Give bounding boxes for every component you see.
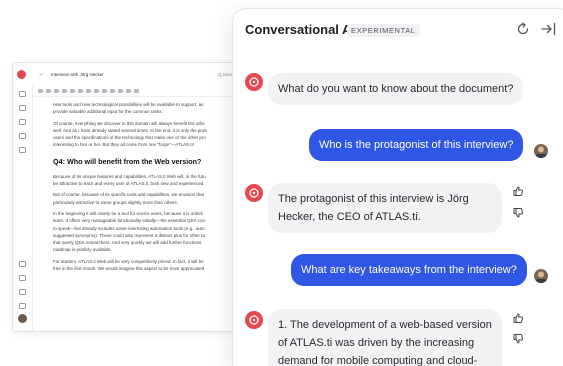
redo-icon[interactable] — [134, 88, 139, 93]
memos-icon[interactable] — [19, 119, 26, 125]
list-bullet-icon[interactable] — [78, 88, 83, 93]
assistant-message-line: Hecker, the CEO of ATLAS.ti. — [278, 211, 421, 223]
thumbs-down-icon[interactable] — [512, 207, 524, 219]
document-title: Interview with Jörg Hecker — [51, 71, 104, 77]
list-number-icon[interactable] — [86, 88, 91, 93]
table-icon[interactable] — [118, 88, 123, 93]
refresh-icon[interactable] — [515, 21, 531, 37]
bold-icon[interactable] — [38, 88, 43, 93]
assistant-message: The protagonist of this interview is Jör… — [268, 183, 502, 233]
assistant-message: What do you want to know about the docum… — [268, 73, 524, 105]
collapse-panel-icon[interactable] — [540, 21, 558, 37]
assistant-message: 1. The development of a web-based versio… — [268, 309, 502, 366]
italic-icon[interactable] — [46, 88, 51, 93]
assistant-message-line: of ATLAS.ti was driven by the increasing — [278, 337, 475, 349]
user-message: What are key takeaways from the intervie… — [291, 254, 527, 286]
underline-icon[interactable] — [54, 88, 59, 93]
image-icon[interactable] — [110, 88, 115, 93]
undo-icon[interactable] — [126, 88, 131, 93]
assistant-message-line: demand for mobile computing and cloud- — [278, 355, 478, 366]
conversational-ai-panel: Conversational AI EXPERIMENTAL What do y… — [232, 8, 563, 366]
settings-icon[interactable] — [19, 261, 26, 267]
minus-icon[interactable] — [19, 289, 26, 295]
chat-title: Conversational AI — [245, 22, 356, 37]
quotations-icon[interactable] — [19, 133, 26, 139]
atlas-ti-logo-icon — [245, 311, 263, 329]
list-icon[interactable] — [19, 303, 26, 309]
atlas-ti-logo-icon — [245, 73, 263, 91]
user-message: Who is the protagonist of this interview… — [309, 129, 524, 161]
assistant-message-line: The protagonist of this interview is Jör… — [278, 193, 469, 205]
analysis-icon[interactable] — [19, 147, 26, 153]
align-icon[interactable] — [94, 88, 99, 93]
chat-header: Conversational AI EXPERIMENTAL — [233, 9, 563, 49]
strikethrough-icon[interactable] — [62, 88, 67, 93]
back-arrow-icon[interactable]: ← — [38, 71, 45, 78]
assistant-message-line: 1. The development of a web-based versio… — [278, 319, 492, 331]
thumbs-up-icon[interactable] — [512, 185, 524, 197]
user-avatar — [534, 144, 548, 158]
codes-icon[interactable] — [19, 105, 26, 111]
help-icon[interactable] — [19, 275, 26, 281]
document-side-rail — [13, 85, 33, 331]
thumbs-up-icon[interactable] — [512, 312, 524, 324]
user-avatar[interactable] — [18, 314, 27, 323]
link-icon[interactable] — [102, 88, 107, 93]
atlas-ti-logo-icon — [245, 184, 263, 202]
heading-icon[interactable] — [70, 88, 75, 93]
app-logo-icon — [17, 69, 26, 79]
thumbs-down-icon[interactable] — [512, 333, 524, 345]
user-avatar — [534, 269, 548, 283]
documents-icon[interactable] — [19, 91, 26, 97]
experimental-badge: EXPERIMENTAL — [347, 24, 420, 37]
